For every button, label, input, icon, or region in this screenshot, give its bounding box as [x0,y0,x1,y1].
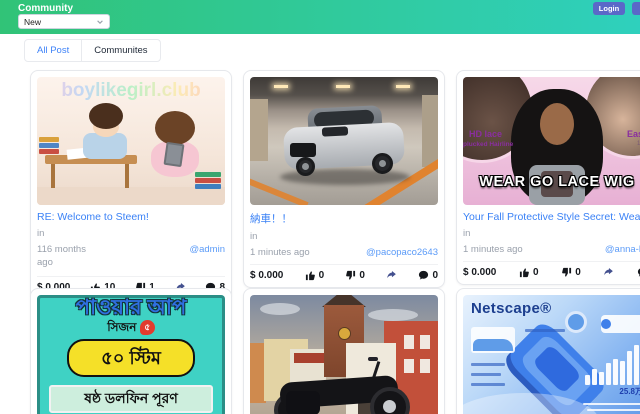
post-thumbnail[interactable]: HD lace plucked Hairline Easy 1 s WEAR G… [463,77,640,205]
post-title-link[interactable]: Your Fall Protective Style Secret: Wear … [463,211,640,223]
post-author-link[interactable]: @pacopaco2643 [366,247,438,258]
thumbs-up-icon [305,271,315,281]
tab-all-post[interactable]: All Post [25,40,81,61]
post-category: in [250,231,258,242]
post-payout: $ 0.000 [463,267,497,278]
post-thumbnail[interactable]: পাওয়ার আপ সিজন ৫ ৫০ স্টিম ষষ্ঠ ডলফিন পূ… [37,295,225,414]
image-season-text: সিজন [107,320,137,334]
post-row-1: boylikegirl.club RE: Welcome to Steem! i… [30,70,640,300]
comment-count: 0 [432,270,438,281]
post-thumbnail[interactable]: Netscape® 25.8万 [463,295,640,414]
community-page: Community New Login Register All Post Co… [0,0,640,414]
downvote-count: 0 [575,267,581,278]
share-arrow-icon [387,271,397,279]
upvote-count: 0 [318,270,325,281]
post-title-link[interactable]: RE: Welcome to Steem! [37,211,225,223]
post-age: 1 minutes ago [463,244,523,255]
post-category: in [463,228,471,239]
register-button[interactable]: Register [632,2,640,15]
image-metric-text: 25.8万 [619,387,640,396]
post-card-steem-promo: পাওয়ার আপ সিজন ৫ ৫০ স্টিম ষষ্ঠ ডলফিন পূ… [30,288,232,414]
image-label-hairline: plucked Hairline [463,141,514,148]
sort-dropdown-value: New [24,16,42,27]
post-thumbnail[interactable] [250,77,438,205]
upvote-button[interactable]: 0 [519,267,539,278]
resteem-button[interactable] [386,270,397,281]
downvote-button[interactable]: 0 [561,267,581,278]
thumbs-down-icon [562,267,572,277]
upvote-count: 0 [533,267,539,278]
comments-button[interactable]: 0 [418,270,438,281]
post-card-wig: HD lace plucked Hairline Easy 1 s WEAR G… [456,70,640,285]
tab-communities[interactable]: Communites [81,40,159,61]
post-card-car-delivery: 納車！！ in 1 minutes ago @pacopaco2643 $ 0.… [243,70,445,288]
share-arrow-icon [604,268,614,276]
post-row-2: পাওয়ার আপ সিজন ৫ ৫০ স্টিম ষষ্ঠ ডলফিন পূ… [30,288,640,414]
post-age: 1 minutes ago [250,247,310,258]
post-author-link[interactable]: @admin [189,244,225,255]
image-headline: WEAR GO LACE WIG [479,174,635,190]
post-card-netscape: Netscape® 25.8万 [456,288,640,414]
image-watermark-text: boylikegirl.club [37,80,225,102]
feed-tabs: All Post Communites [24,39,161,62]
post-footer: $ 0.000 0 0 0 [250,264,438,281]
post-footer: $ 0.000 0 0 [463,261,640,278]
post-title-link[interactable]: 納車！！ [250,211,438,226]
post-thumbnail[interactable] [250,295,438,414]
downvote-button[interactable]: 0 [345,270,365,281]
community-label: Community [18,3,73,14]
thumbs-down-icon [346,270,356,280]
post-category: in [37,228,45,239]
resteem-button[interactable] [603,267,614,278]
post-card-motorcycle [243,288,445,414]
post-age: 116 months ago [37,244,86,268]
post-payout: $ 0.000 [250,270,284,281]
image-pill-text: ৫০ স্টিম [67,339,195,377]
post-author-link[interactable]: @anna-lev [605,244,640,255]
login-button[interactable]: Login [593,2,625,15]
image-season-number: ৫ [139,320,155,336]
chevron-down-icon [97,19,103,24]
post-card-welcome-steem: boylikegirl.club RE: Welcome to Steem! i… [30,70,232,300]
image-label-easy: Easy [626,129,640,139]
image-brand-text: Netscape® [471,300,552,317]
image-subtitle: ষষ্ঠ ডলফিন পূরণ [49,385,213,413]
downvote-count: 0 [359,270,365,281]
sort-dropdown[interactable]: New [18,14,110,29]
upvote-button[interactable]: 0 [305,270,325,281]
image-label-hd-lace: HD lace [469,129,503,139]
header-bar: Community New Login Register [0,0,640,34]
post-thumbnail[interactable]: boylikegirl.club [37,77,225,205]
comment-bubble-icon [419,270,429,280]
thumbs-up-icon [519,268,529,278]
